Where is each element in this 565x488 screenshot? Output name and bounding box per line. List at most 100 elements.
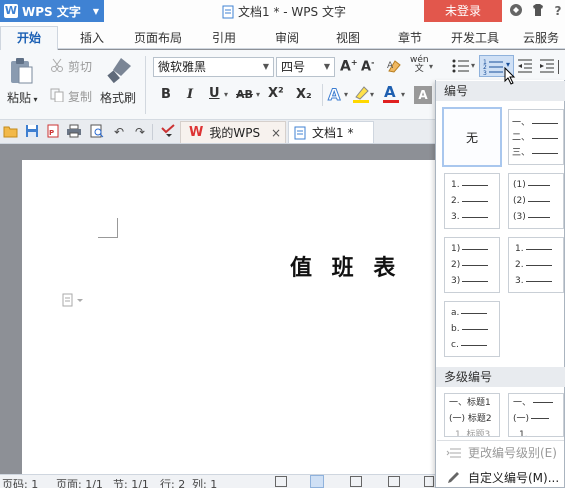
web-view-icon[interactable] <box>388 476 400 487</box>
toolbar-divider <box>558 60 565 74</box>
document-page[interactable] <box>22 160 435 478</box>
reading-view-icon[interactable] <box>424 476 434 487</box>
cut-button[interactable]: 剪切 <box>68 58 92 75</box>
chevron-down-icon[interactable]: ▾ <box>401 90 405 99</box>
underline-button[interactable]: U <box>209 86 220 101</box>
tile-marker: (一) <box>513 414 530 424</box>
svg-text:P: P <box>49 129 54 137</box>
tab-document[interactable]: 文档1 * <box>288 121 374 143</box>
paragraph-layout-icon[interactable] <box>62 293 84 310</box>
tile-marker: 2) <box>451 260 461 270</box>
tab-my-wps[interactable]: W 我的WPS × <box>180 121 286 143</box>
highlight-icon[interactable] <box>352 85 370 106</box>
strikethrough-button[interactable]: AB <box>236 88 253 101</box>
chevron-down-icon[interactable]: ▾ <box>224 90 228 99</box>
subscript-button[interactable]: X₂ <box>296 87 312 102</box>
cut-icon <box>50 58 64 75</box>
print-icon[interactable] <box>66 124 82 140</box>
login-button[interactable]: 未登录 <box>424 0 502 22</box>
page-margin-marker <box>98 218 118 238</box>
numbering-lower-alpha-tile[interactable]: a. b. c. <box>444 301 500 357</box>
tile-marker: 1. 标题3 <box>455 430 491 437</box>
tab-view[interactable]: 视图 <box>336 29 360 46</box>
tile-marker: 一、标题1 <box>449 398 491 408</box>
clear-format-icon[interactable]: A <box>386 58 402 77</box>
full-screen-icon[interactable] <box>275 476 287 487</box>
font-size-value: 四号 <box>281 60 306 74</box>
redo-icon[interactable]: ↷ <box>132 124 148 140</box>
page-view-icon[interactable] <box>310 475 324 488</box>
tab-my-wps-label: 我的WPS <box>209 126 261 140</box>
bold-button[interactable]: B <box>161 87 171 102</box>
close-icon[interactable]: × <box>271 126 281 140</box>
status-row: 行: 2 <box>160 478 186 488</box>
decrease-indent-icon[interactable] <box>517 58 533 77</box>
numbering-chinese-tile[interactable]: 一、 二、 三、 <box>508 109 564 165</box>
format-painter-button[interactable]: 格式刷 <box>100 89 136 106</box>
font-color-icon[interactable]: A <box>382 83 400 107</box>
italic-button[interactable]: I <box>187 87 193 102</box>
multilevel-plain-tile[interactable]: 一、 (一) 1. <box>508 393 564 437</box>
tab-review[interactable]: 审阅 <box>275 29 299 46</box>
tab-page-layout[interactable]: 页面布局 <box>134 29 182 46</box>
custom-numbering-label: 自定义编号(M)... <box>468 471 560 485</box>
chevron-down-icon[interactable]: ▾ <box>256 90 260 99</box>
custom-numbering-menu-item[interactable]: 自定义编号(M)... <box>436 466 565 488</box>
tab-cloud[interactable]: 云服务 <box>523 29 559 46</box>
copy-button[interactable]: 复制 <box>68 88 92 105</box>
tab-developer[interactable]: 开发工具 <box>451 29 499 46</box>
tile-marker: 1. <box>515 244 524 254</box>
tab-insert[interactable]: 插入 <box>80 29 104 46</box>
help-icon[interactable]: ? <box>550 3 565 19</box>
window-title-text: 文档1 * - WPS 文字 <box>238 5 346 19</box>
save-icon[interactable] <box>24 124 40 140</box>
chevron-down-icon[interactable]: ▾ <box>429 62 433 71</box>
numbering-rparen-decimal-tile[interactable]: 1) 2) 3) <box>444 237 500 293</box>
tile-marker: (2) <box>513 196 526 206</box>
grow-font-button[interactable]: A+ <box>340 58 358 75</box>
tab-home[interactable]: 开始 <box>0 26 58 50</box>
skin-icon[interactable] <box>508 3 524 19</box>
chevron-down-icon[interactable]: ▾ <box>370 90 374 99</box>
increase-indent-icon[interactable] <box>539 58 555 77</box>
tile-marker: (3) <box>513 212 526 222</box>
numbering-paren-decimal-tile[interactable]: (1) (2) (3) <box>508 173 564 229</box>
font-size-combo[interactable]: 四号 ▼ <box>276 57 335 77</box>
multilevel-heading-tile[interactable]: 一、标题1 (一) 标题2 1. 标题3 <box>444 393 500 437</box>
change-level-label: 更改编号级别(E) <box>468 446 557 460</box>
tile-marker: 一、 <box>512 118 531 128</box>
tshirt-icon[interactable] <box>530 3 546 19</box>
numbering-decimal-tile[interactable]: 1. 2. 3. <box>444 173 500 229</box>
font-name-combo[interactable]: 微软雅黑 ▼ <box>153 57 274 77</box>
paste-button[interactable]: 粘贴 ▾ <box>7 89 38 106</box>
open-folder-icon[interactable] <box>3 124 19 140</box>
undo-icon[interactable]: ↶ <box>111 124 127 140</box>
char-shading-icon[interactable]: A <box>414 86 432 104</box>
wps-logo-icon: W <box>4 4 18 18</box>
superscript-button[interactable]: X² <box>268 86 284 101</box>
tile-marker: 3. <box>515 276 524 286</box>
paste-icon[interactable] <box>8 57 34 88</box>
shrink-font-button[interactable]: A- <box>361 58 374 74</box>
text-effect-icon[interactable]: A <box>326 85 344 106</box>
chevron-down-icon: ▼ <box>323 62 330 71</box>
change-level-menu-item[interactable]: 更改编号级别(E) <box>436 441 565 465</box>
bullet-list-icon[interactable] <box>452 58 470 77</box>
numbering-decimal-alt-tile[interactable]: 1. 2. 3. <box>508 237 564 293</box>
outline-view-icon[interactable] <box>350 476 362 487</box>
tab-references[interactable]: 引用 <box>212 29 236 46</box>
app-menu-button[interactable]: W WPS 文字 ▼ <box>0 0 104 22</box>
chevron-down-icon[interactable]: ▾ <box>471 61 475 70</box>
customize-quickbar-icon[interactable] <box>160 124 176 140</box>
tab-chapter[interactable]: 章节 <box>398 29 422 46</box>
print-preview-icon[interactable] <box>89 124 105 140</box>
phonetic-guide-button[interactable]: wén 文 <box>410 56 429 74</box>
export-pdf-icon[interactable]: P <box>45 124 61 140</box>
chevron-down-icon: ▼ <box>92 6 99 16</box>
tile-marker: 1) <box>451 244 461 254</box>
chevron-down-icon[interactable]: ▾ <box>344 90 348 99</box>
tab-document-label: 文档1 * <box>312 126 354 140</box>
format-painter-icon[interactable] <box>107 56 133 87</box>
numbering-none-tile[interactable]: 无 <box>442 107 502 167</box>
document-heading[interactable]: 值 班 表 <box>290 250 401 282</box>
